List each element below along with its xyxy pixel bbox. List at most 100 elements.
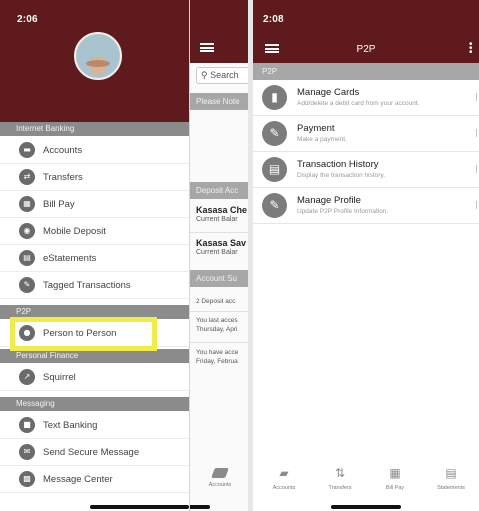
list-item-title: Transaction History xyxy=(297,159,379,170)
summary-text: Friday, Februa xyxy=(196,358,238,365)
pencil-icon: ✎ xyxy=(262,121,287,146)
menu-item-tagged-transactions[interactable]: ✎ Tagged Transactions xyxy=(0,272,189,299)
menu-item-label: Mobile Deposit xyxy=(43,225,106,237)
left-phone-menu-screen: ⚲ Search Please Note Deposit Acc Kasasa … xyxy=(0,0,248,511)
people-icon: ● xyxy=(19,325,35,341)
list-item-subtitle: Add/delete a debit card from your accoun… xyxy=(297,100,420,107)
tab-label: Accounts xyxy=(272,485,296,491)
section-personal-finance: Personal Finance xyxy=(0,349,189,363)
status-time: 2:08 xyxy=(263,14,284,25)
hamburger-icon[interactable] xyxy=(200,43,214,52)
chart-icon: ↗ xyxy=(19,369,35,385)
tab-transfers[interactable]: ⇅ Transfers xyxy=(315,466,365,491)
menu-item-squirrel[interactable]: ↗ Squirrel xyxy=(0,364,189,391)
menu-item-accounts[interactable]: ▬ Accounts xyxy=(0,137,189,164)
envelope-icon: ✉ xyxy=(19,444,35,460)
transfer-icon: ⇄ xyxy=(19,169,35,185)
menu-item-person-to-person[interactable]: ● Person to Person xyxy=(0,320,189,347)
menu-item-label: eStatements xyxy=(43,252,97,264)
account-balance-label: Current Balar xyxy=(196,249,238,256)
camera-icon: ◉ xyxy=(19,223,35,239)
tab-label: Transfers xyxy=(328,485,352,491)
list-item-manage-profile[interactable]: ✎ Manage Profile Update P2P Profile Info… xyxy=(253,189,479,224)
document-icon: ▤ xyxy=(262,157,287,182)
inbox-icon: ▩ xyxy=(19,471,35,487)
section-p2p: P2P xyxy=(0,305,189,319)
summary-text: You last acces xyxy=(196,317,238,324)
account-summary-section: Account Su xyxy=(190,270,248,287)
section-header: P2P xyxy=(253,63,479,80)
account-name: Kasasa Che xyxy=(196,205,248,215)
list-item-title: Payment xyxy=(297,123,335,134)
tab-accounts[interactable]: Accounts xyxy=(204,468,236,488)
section-messaging: Messaging xyxy=(0,397,189,411)
menu-item-mobile-deposit[interactable]: ◉ Mobile Deposit xyxy=(0,218,189,245)
menu-item-label: Transfers xyxy=(43,171,83,183)
tab-label: Accounts xyxy=(208,482,232,488)
navigation-drawer: 2:06 Internet Banking ▬ Accounts ⇄ Trans… xyxy=(0,0,189,511)
account-row[interactable]: Kasasa Sav Current Balar xyxy=(196,238,246,256)
account-balance-label: Current Balar xyxy=(196,216,238,223)
menu-item-label: Text Banking xyxy=(43,419,98,431)
menu-item-label: Bill Pay xyxy=(43,198,75,210)
background-page-header xyxy=(190,0,248,63)
divider xyxy=(190,232,248,233)
summary-text: 2 Deposit acc xyxy=(196,298,236,305)
menu-item-label: Person to Person xyxy=(43,327,117,339)
summary-text: Thursday, Apri xyxy=(196,326,238,333)
tab-statements[interactable]: ▤ Statements xyxy=(426,466,476,491)
chevron-right-icon xyxy=(473,129,477,137)
summary-text: You have acce xyxy=(196,349,239,356)
tab-label: Statements xyxy=(437,485,465,491)
list-item-payment[interactable]: ✎ Payment Make a payment. xyxy=(253,117,479,152)
chat-icon: ■ xyxy=(19,417,35,433)
tab-bill-pay[interactable]: ▦ Bill Pay xyxy=(370,466,420,491)
home-indicator xyxy=(190,505,210,509)
menu-item-label: Tagged Transactions xyxy=(43,279,131,291)
card-icon xyxy=(211,468,229,478)
search-icon: ⚲ xyxy=(201,70,208,80)
list-item-transaction-history[interactable]: ▤ Transaction History Display the transa… xyxy=(253,153,479,188)
more-options-icon[interactable]: • • • xyxy=(469,40,473,58)
deposit-accounts-section: Deposit Acc xyxy=(190,182,248,199)
calendar-icon: ▦ xyxy=(389,466,401,480)
screenshot-stage: ⚲ Search Please Note Deposit Acc Kasasa … xyxy=(0,0,479,511)
account-row[interactable]: Kasasa Che Current Balar xyxy=(196,205,247,223)
statement-icon: ▤ xyxy=(445,466,457,480)
menu-item-label: Accounts xyxy=(43,144,83,156)
avatar[interactable] xyxy=(74,32,122,80)
menu-item-label: Send Secure Message xyxy=(43,446,140,458)
list-item-subtitle: Make a payment. xyxy=(297,136,347,143)
search-input[interactable]: ⚲ Search xyxy=(196,67,248,84)
menu-item-send-secure-message[interactable]: ✉ Send Secure Message xyxy=(0,439,189,466)
top-bar: 2:08 P2P • • • xyxy=(253,0,479,63)
search-placeholder: Search xyxy=(210,70,239,80)
list-item-title: Manage Cards xyxy=(297,87,360,98)
menu-item-text-banking[interactable]: ■ Text Banking xyxy=(0,412,189,439)
menu-item-estatements[interactable]: ▤ eStatements xyxy=(0,245,189,272)
accounts-icon: ▬ xyxy=(19,142,35,158)
tag-icon: ✎ xyxy=(19,277,35,293)
home-indicator xyxy=(331,505,401,509)
list-item-title: Manage Profile xyxy=(297,195,361,206)
list-item-subtitle: Display the transaction history. xyxy=(297,172,386,179)
background-page-peek: ⚲ Search Please Note Deposit Acc Kasasa … xyxy=(189,0,248,511)
menu-item-transfers[interactable]: ⇄ Transfers xyxy=(0,164,189,191)
menu-item-bill-pay[interactable]: ▦ Bill Pay xyxy=(0,191,189,218)
divider xyxy=(190,311,248,312)
tab-accounts[interactable]: ▰ Accounts xyxy=(259,466,309,491)
section-internet-banking: Internet Banking xyxy=(0,122,189,136)
menu-item-label: Message Center xyxy=(43,473,113,485)
drawer-header: 2:06 xyxy=(0,0,189,122)
right-phone-p2p-screen: 2:08 P2P • • • P2P ▮ Manage Cards Add/dele… xyxy=(253,0,479,511)
page-title: P2P xyxy=(356,44,376,55)
calendar-icon: ▦ xyxy=(19,196,35,212)
pencil-icon: ✎ xyxy=(262,193,287,218)
list-item-manage-cards[interactable]: ▮ Manage Cards Add/delete a debit card f… xyxy=(253,81,479,116)
notice-section: Please Note xyxy=(190,93,248,110)
chevron-right-icon xyxy=(473,201,477,209)
chevron-right-icon xyxy=(473,93,477,101)
menu-item-message-center[interactable]: ▩ Message Center xyxy=(0,466,189,493)
card-icon: ▮ xyxy=(262,85,287,110)
statement-icon: ▤ xyxy=(19,250,35,266)
